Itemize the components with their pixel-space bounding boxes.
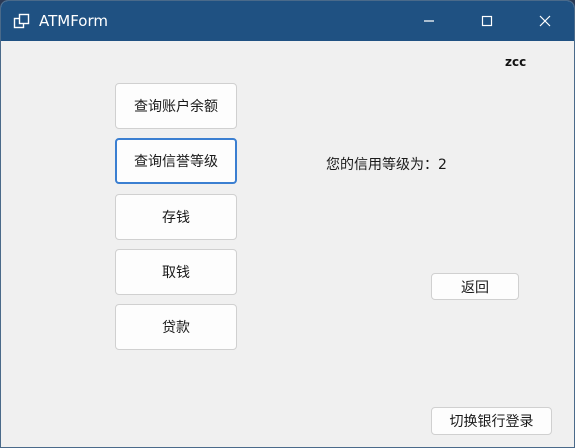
- withdraw-button[interactable]: 取钱: [115, 249, 237, 295]
- credit-level-prefix: 您的信用等级为：: [326, 157, 438, 173]
- window-title: ATMForm: [39, 12, 108, 30]
- credit-level-label: 您的信用等级为：2: [326, 154, 447, 174]
- title-bar[interactable]: ATMForm: [1, 1, 574, 41]
- maximize-button[interactable]: [458, 1, 516, 41]
- loan-button[interactable]: 贷款: [115, 304, 237, 350]
- close-button[interactable]: [516, 1, 574, 41]
- query-balance-button[interactable]: 查询账户余额: [115, 83, 237, 129]
- minimize-button[interactable]: [400, 1, 458, 41]
- username-label: zcc: [505, 55, 527, 69]
- switch-bank-login-button[interactable]: 切换银行登录: [431, 407, 552, 435]
- maximize-icon: [481, 12, 493, 31]
- app-icon: [13, 12, 31, 30]
- atm-form-window: ATMForm zcc 查询账户余额 查询信誉等级 存钱 取钱 贷款 您的信用等…: [0, 0, 575, 448]
- minimize-icon: [423, 12, 435, 31]
- deposit-button[interactable]: 存钱: [115, 194, 237, 240]
- credit-level-value: 2: [438, 157, 447, 173]
- query-credit-button[interactable]: 查询信誉等级: [115, 138, 237, 184]
- close-icon: [539, 12, 551, 31]
- back-button[interactable]: 返回: [431, 273, 519, 300]
